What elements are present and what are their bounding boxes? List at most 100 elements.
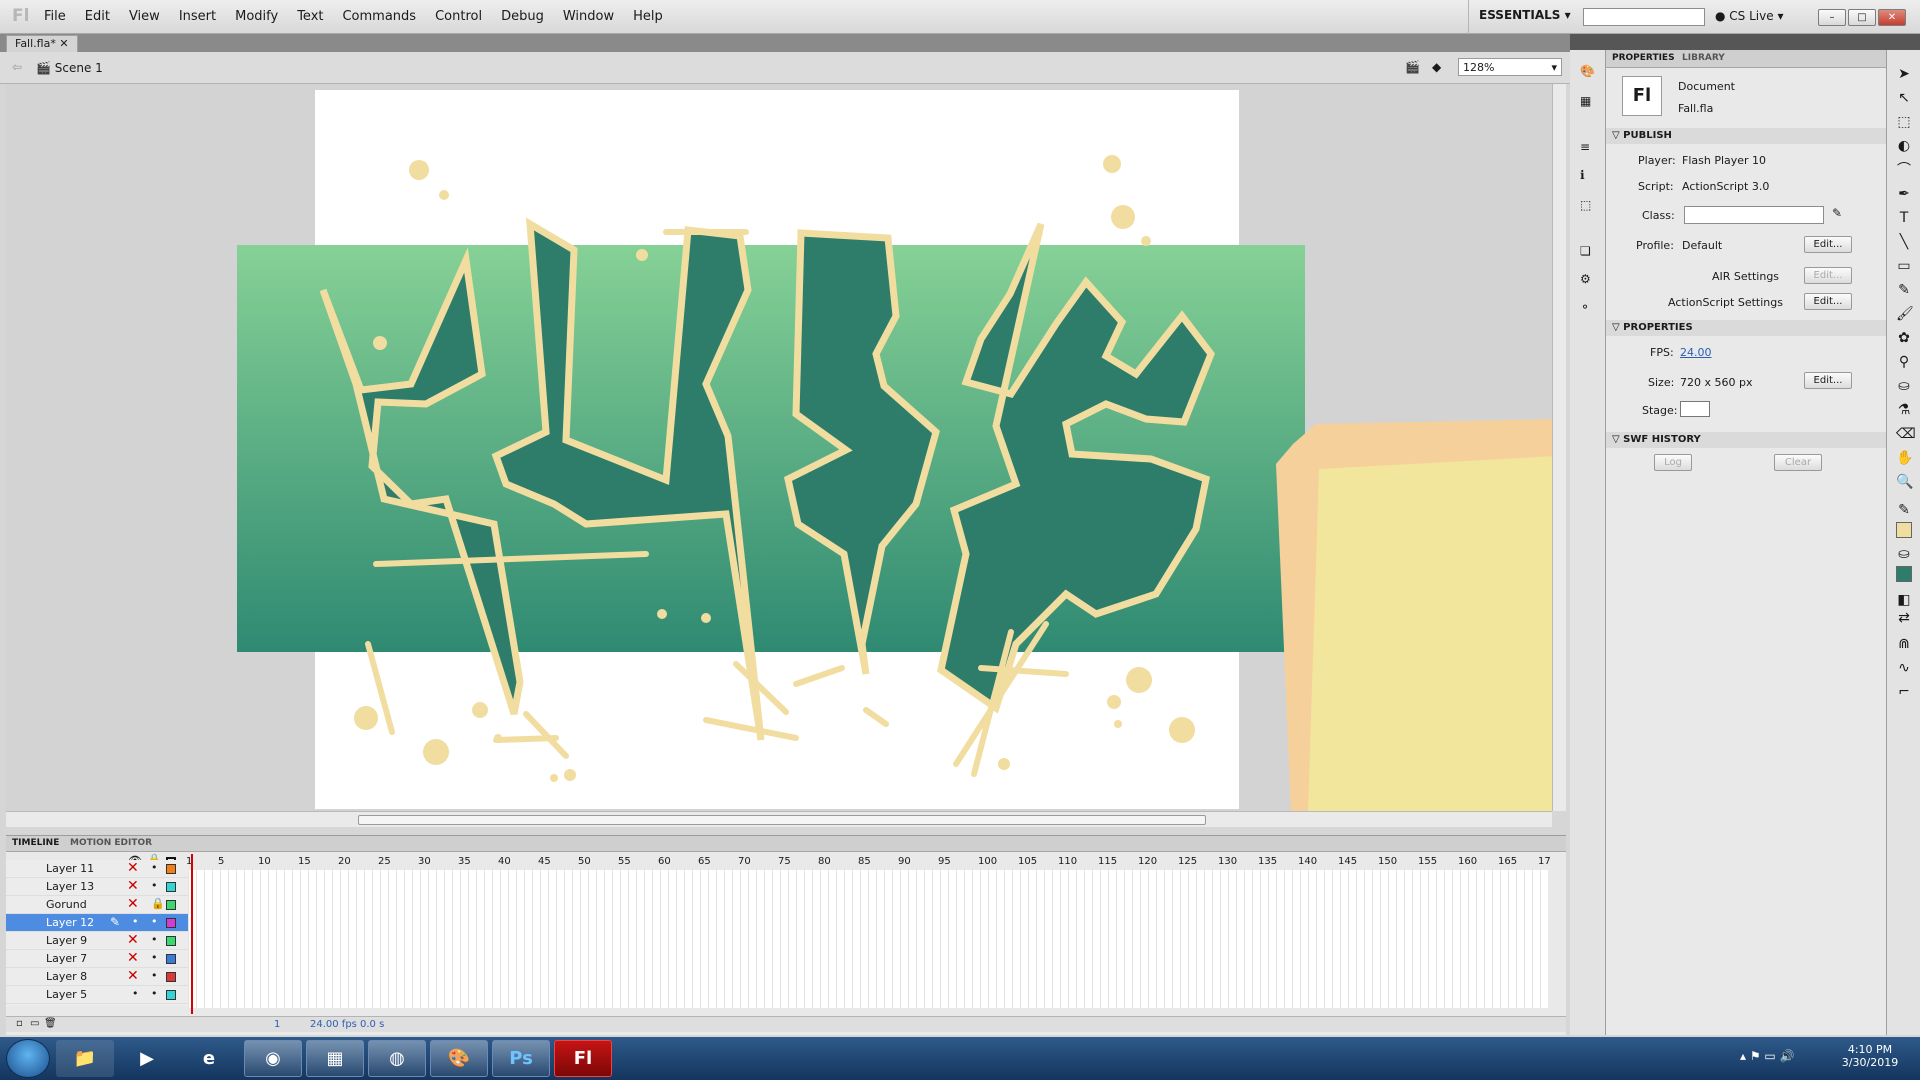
menu-control[interactable]: Control <box>435 9 482 24</box>
document-tab[interactable]: Fall.fla* ✕ <box>6 35 78 52</box>
pencil-tool-icon[interactable]: ✎ <box>1896 282 1912 298</box>
taskbar-app-icon[interactable]: ◍ <box>368 1040 426 1077</box>
lasso-tool-icon[interactable]: ⌒ <box>1896 162 1912 178</box>
taskbar-flash-icon[interactable]: Fl <box>554 1040 612 1077</box>
bone-tool-icon[interactable]: ⚲ <box>1896 354 1912 370</box>
info-icon[interactable]: ℹ <box>1580 168 1585 182</box>
3d-rotation-tool-icon[interactable]: ◐ <box>1896 138 1912 154</box>
lock-dot-icon[interactable]: • <box>151 879 158 892</box>
taskbar-ie-icon[interactable]: e <box>180 1040 238 1077</box>
frame-rate[interactable]: 24.00 fps <box>310 1019 357 1030</box>
menu-text[interactable]: Text <box>297 9 323 24</box>
menu-insert[interactable]: Insert <box>179 9 216 24</box>
lock-dot-icon[interactable]: • <box>151 969 158 982</box>
edit-symbols-icon[interactable]: ◆ <box>1432 60 1441 74</box>
lock-dot-icon[interactable]: • <box>151 987 158 1000</box>
layer-color-swatch[interactable] <box>166 936 176 946</box>
pencil-icon[interactable]: ✎ <box>1832 206 1842 220</box>
delete-layer-icon[interactable]: 🗑 <box>44 1018 57 1029</box>
pen-tool-icon[interactable]: ✒ <box>1896 186 1912 202</box>
taskbar-media-player-icon[interactable]: ▶ <box>118 1040 176 1077</box>
menu-edit[interactable]: Edit <box>85 9 110 24</box>
motion-presets-icon[interactable]: ⚬ <box>1580 300 1590 314</box>
system-tray[interactable]: ▴ ⚑ ▭ 🔊 <box>1740 1049 1795 1063</box>
layer-row[interactable]: Gorund ✕ 🔒 <box>6 896 188 914</box>
class-input[interactable] <box>1684 206 1824 224</box>
eraser-tool-icon[interactable]: ⌫ <box>1896 426 1916 442</box>
layer-row[interactable]: Layer 13 ✕ • <box>6 878 188 896</box>
visible-dot-icon[interactable]: • <box>132 987 139 1000</box>
lock-dot-icon[interactable]: • <box>151 951 158 964</box>
tab-timeline[interactable]: TIMELINE <box>12 838 59 848</box>
subselection-tool-icon[interactable]: ↖ <box>1896 90 1912 106</box>
color-icon[interactable]: 🎨 <box>1580 64 1595 78</box>
taskbar-paint-icon[interactable]: 🎨 <box>430 1040 488 1077</box>
fill-color-swatch[interactable] <box>1896 566 1912 582</box>
black-white-icon[interactable]: ◧ <box>1896 592 1912 608</box>
current-frame[interactable]: 1 <box>274 1019 280 1030</box>
menu-debug[interactable]: Debug <box>501 9 544 24</box>
layer-row[interactable]: Layer 5 • • <box>6 986 188 1004</box>
menu-help[interactable]: Help <box>633 9 663 24</box>
code-snippets-icon[interactable]: ❏ <box>1580 244 1591 258</box>
swap-colors-icon[interactable]: ⇄ <box>1896 610 1912 626</box>
player-value[interactable]: Flash Player 10 <box>1682 154 1766 167</box>
start-button[interactable] <box>6 1039 50 1078</box>
new-folder-icon[interactable]: ▭ <box>30 1018 39 1029</box>
free-transform-tool-icon[interactable]: ⬚ <box>1896 114 1912 130</box>
text-tool-icon[interactable]: T <box>1896 210 1912 226</box>
hidden-x-icon[interactable]: ✕ <box>127 950 139 966</box>
size-edit-button[interactable]: Edit... <box>1804 372 1852 389</box>
taskbar-explorer-icon[interactable]: 📁 <box>56 1040 114 1077</box>
workspace-switcher[interactable]: ESSENTIALS ▾ <box>1468 0 1581 34</box>
scroll-thumb[interactable] <box>358 815 1206 825</box>
playhead[interactable] <box>191 854 193 1014</box>
visible-dot-icon[interactable]: • <box>132 915 139 928</box>
taskbar-photoshop-icon[interactable]: Ps <box>492 1040 550 1077</box>
layer-row[interactable]: Layer 11 ✕ • <box>6 860 188 878</box>
menu-view[interactable]: View <box>129 9 160 24</box>
hidden-x-icon[interactable]: ✕ <box>127 860 139 876</box>
tab-properties[interactable]: PROPERTIES <box>1612 53 1675 63</box>
lock-dot-icon[interactable]: • <box>151 861 158 874</box>
lock-icon[interactable]: 🔒 <box>151 897 165 910</box>
profile-edit-button[interactable]: Edit... <box>1804 236 1852 253</box>
scene-breadcrumb[interactable]: 🎬 Scene 1 <box>36 61 103 75</box>
layer-row-selected[interactable]: Layer 12 ✎ • • <box>6 914 188 932</box>
rectangle-tool-icon[interactable]: ▭ <box>1896 258 1912 274</box>
stroke-color-icon[interactable]: ✎ <box>1896 502 1912 518</box>
layer-color-swatch[interactable] <box>166 972 176 982</box>
close-tab-icon[interactable]: ✕ <box>59 37 68 50</box>
line-tool-icon[interactable]: ╲ <box>1896 234 1912 250</box>
publish-section-header[interactable]: ▽ PUBLISH <box>1606 128 1886 144</box>
paint-bucket-tool-icon[interactable]: ⛀ <box>1896 378 1912 394</box>
menu-file[interactable]: File <box>44 9 66 24</box>
menu-commands[interactable]: Commands <box>342 9 416 24</box>
tab-motion-editor[interactable]: MOTION EDITOR <box>70 838 152 848</box>
cs-live-button[interactable]: ● CS Live ▾ <box>1715 9 1783 23</box>
stage-vertical-scrollbar[interactable] <box>1552 84 1566 811</box>
frame-grid[interactable] <box>188 870 1548 1008</box>
brush-tool-icon[interactable]: 🖌 <box>1896 306 1914 322</box>
hidden-x-icon[interactable]: ✕ <box>127 968 139 984</box>
transform-icon[interactable]: ⬚ <box>1580 198 1591 212</box>
lock-dot-icon[interactable]: • <box>151 933 158 946</box>
stage-color-swatch[interactable] <box>1680 401 1710 417</box>
layer-color-swatch[interactable] <box>166 954 176 964</box>
help-search-input[interactable] <box>1583 8 1705 26</box>
air-settings-edit-button[interactable]: Edit... <box>1804 267 1852 284</box>
clear-button[interactable]: Clear <box>1774 454 1822 471</box>
elapsed-time[interactable]: 0.0 s <box>360 1019 384 1030</box>
stage-area[interactable] <box>6 84 1556 811</box>
smooth-icon[interactable]: ∿ <box>1896 660 1912 676</box>
hidden-x-icon[interactable]: ✕ <box>127 932 139 948</box>
tab-library[interactable]: LIBRARY <box>1682 53 1725 63</box>
layer-row[interactable]: Layer 8 ✕ • <box>6 968 188 986</box>
close-button[interactable]: ✕ <box>1878 9 1906 26</box>
system-clock[interactable]: 4:10 PM 3/30/2019 <box>1830 1043 1910 1069</box>
edit-scene-icon[interactable]: 🎬 <box>1405 60 1420 74</box>
components-icon[interactable]: ⚙ <box>1580 272 1591 286</box>
stroke-color-swatch[interactable] <box>1896 522 1912 538</box>
selection-tool-icon[interactable]: ➤ <box>1896 66 1912 82</box>
zoom-select[interactable]: 128% ▾ <box>1458 58 1562 76</box>
